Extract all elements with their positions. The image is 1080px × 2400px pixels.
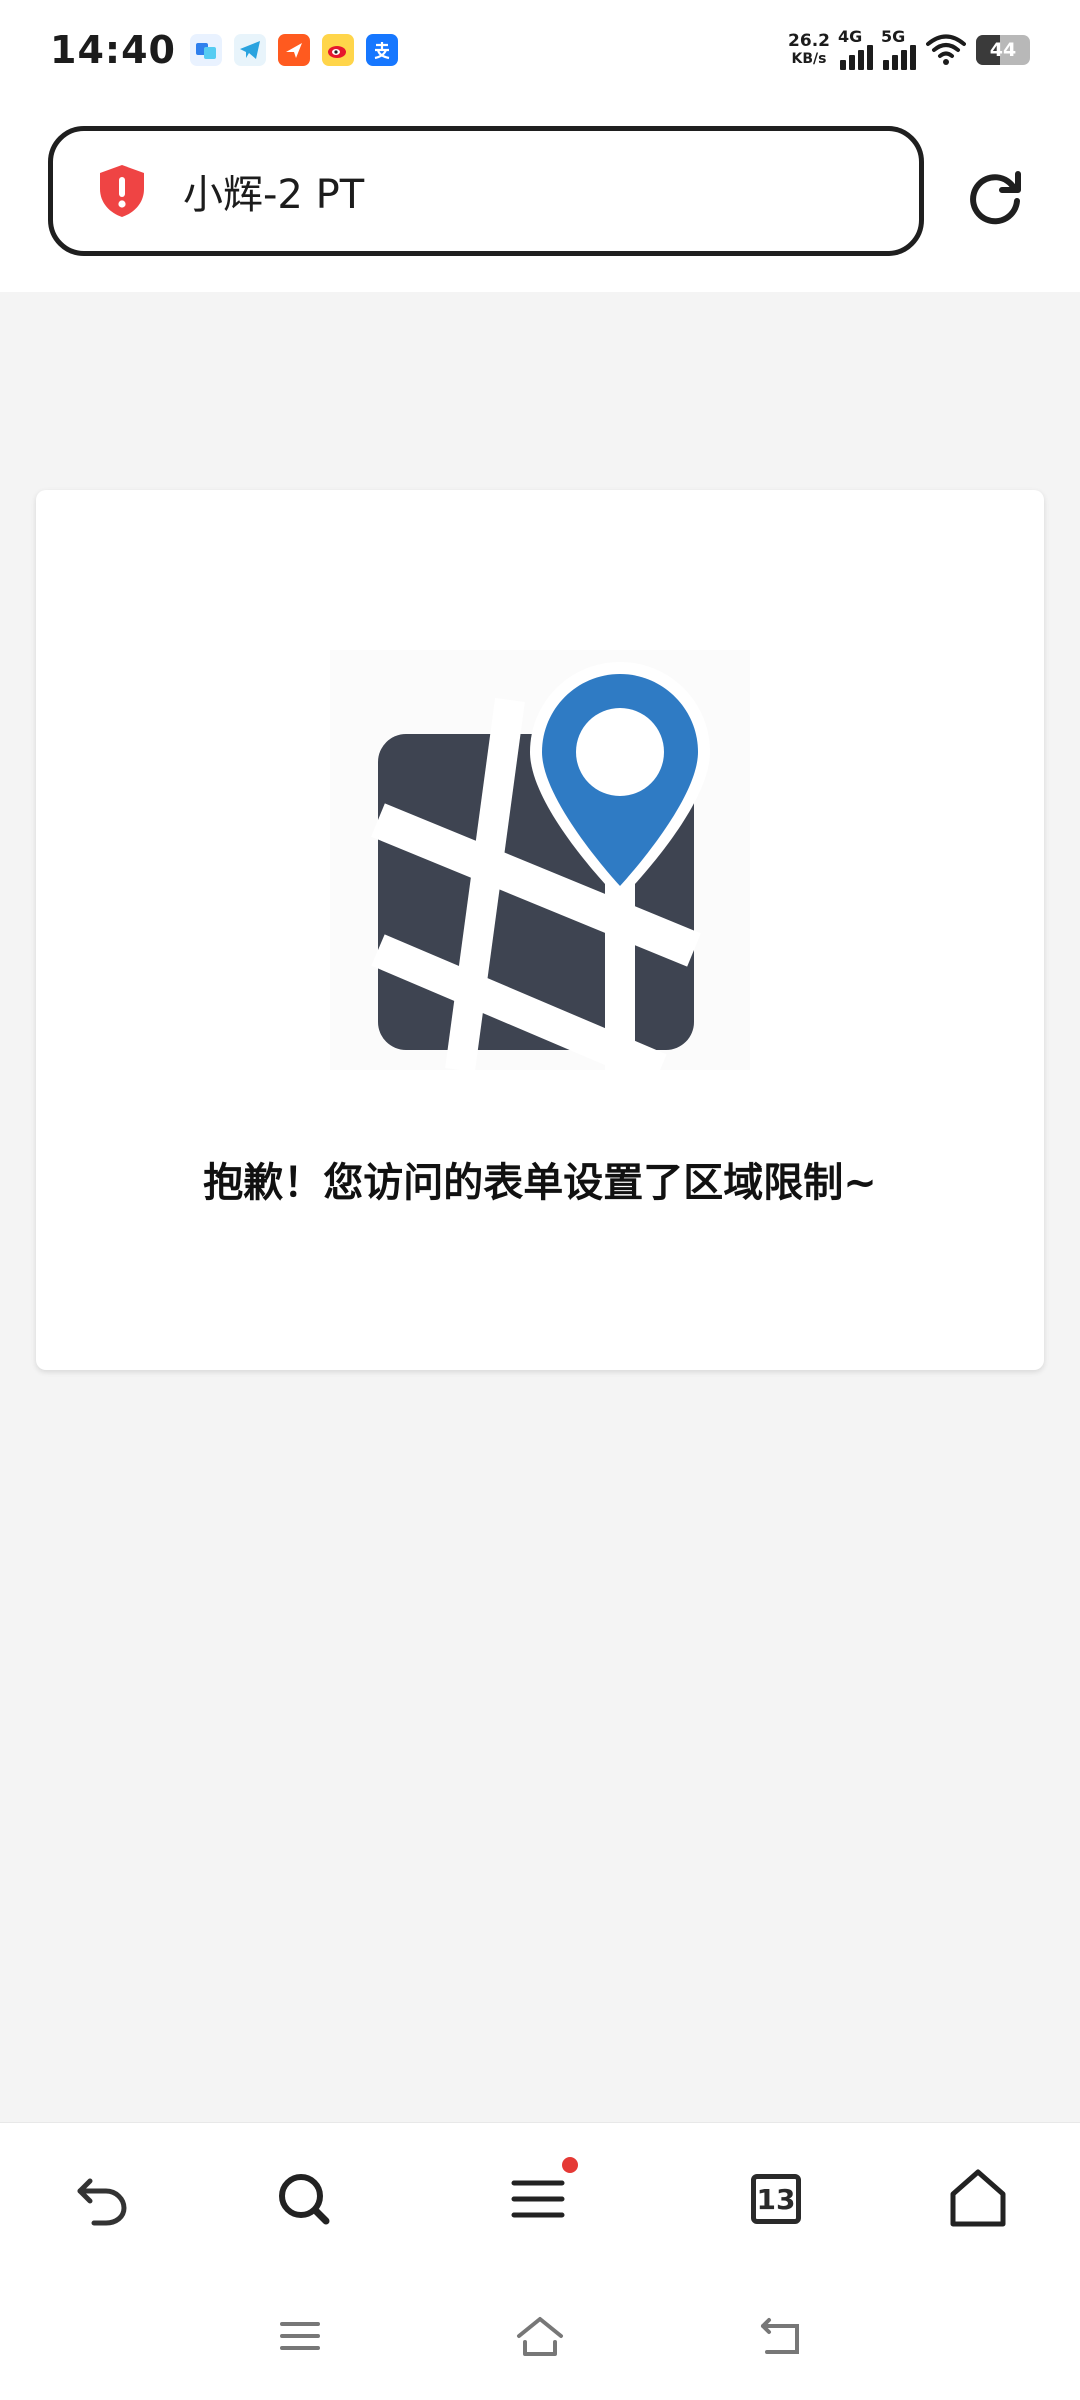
status-indicators: 26.2 KB/s 4G 5G 44 [788,27,1030,70]
menu-button[interactable] [502,2157,578,2235]
restriction-card: 抱歉！您访问的表单设置了区域限制~ [36,490,1044,1370]
network-speed: 26.2 KB/s [788,32,830,68]
notification-icons [189,34,398,66]
browser-header: 小辉-2 PT [0,100,1080,292]
telegram-icon [233,34,266,66]
map-pin-icon [330,650,750,1070]
restriction-message: 抱歉！您访问的表单设置了区域限制~ [203,1160,877,1206]
network-speed-unit: KB/s [791,51,827,67]
screen: 14:40 26.2 KB/s 4G 5G 44 小辉-2 PT 抱歉！您访问的… [0,0,1080,2400]
signal-5g-icon: 5G [881,27,916,70]
signal-4g-icon: 4G [838,27,873,70]
nav-menu-button[interactable] [270,2306,330,2366]
nav-home-icon [517,2317,563,2356]
system-nav-bar [0,2272,1080,2400]
address-bar[interactable]: 小辉-2 PT [48,126,924,256]
menu-icon [511,2180,565,2218]
browser-toolbar: 13 [0,2122,1080,2272]
nav-back-icon [761,2318,799,2354]
tabs-button[interactable]: 13 [740,2163,812,2235]
search-icon [279,2174,330,2225]
back-button[interactable] [66,2163,138,2235]
refresh-icon [970,171,1021,225]
network-speed-value: 26.2 [788,31,830,51]
shield-alert-icon[interactable] [97,163,147,219]
alipay-icon [365,34,398,66]
nav-back-button[interactable] [750,2306,810,2366]
battery-level: 44 [989,39,1017,61]
nav-menu-icon [280,2322,320,2350]
home-icon [950,2169,1006,2227]
battery-icon: 44 [976,35,1030,65]
app-notification-icon [189,34,222,66]
refresh-button[interactable] [960,160,1032,232]
signal-4g-label: 4G [838,26,863,46]
status-bar: 14:40 26.2 KB/s 4G 5G 44 [0,0,1080,100]
wifi-icon [926,34,966,65]
app-orange-icon [277,34,310,66]
back-icon [77,2178,127,2226]
nav-home-button[interactable] [510,2306,570,2366]
signal-5g-label: 5G [881,26,906,46]
search-button[interactable] [268,2163,340,2235]
weibo-icon [321,34,354,66]
notification-dot [562,2157,578,2173]
status-time: 14:40 [50,28,176,72]
tabs-icon: 13 [751,2174,801,2224]
page-title: 小辉-2 PT [183,172,365,218]
home-button[interactable] [942,2163,1014,2235]
